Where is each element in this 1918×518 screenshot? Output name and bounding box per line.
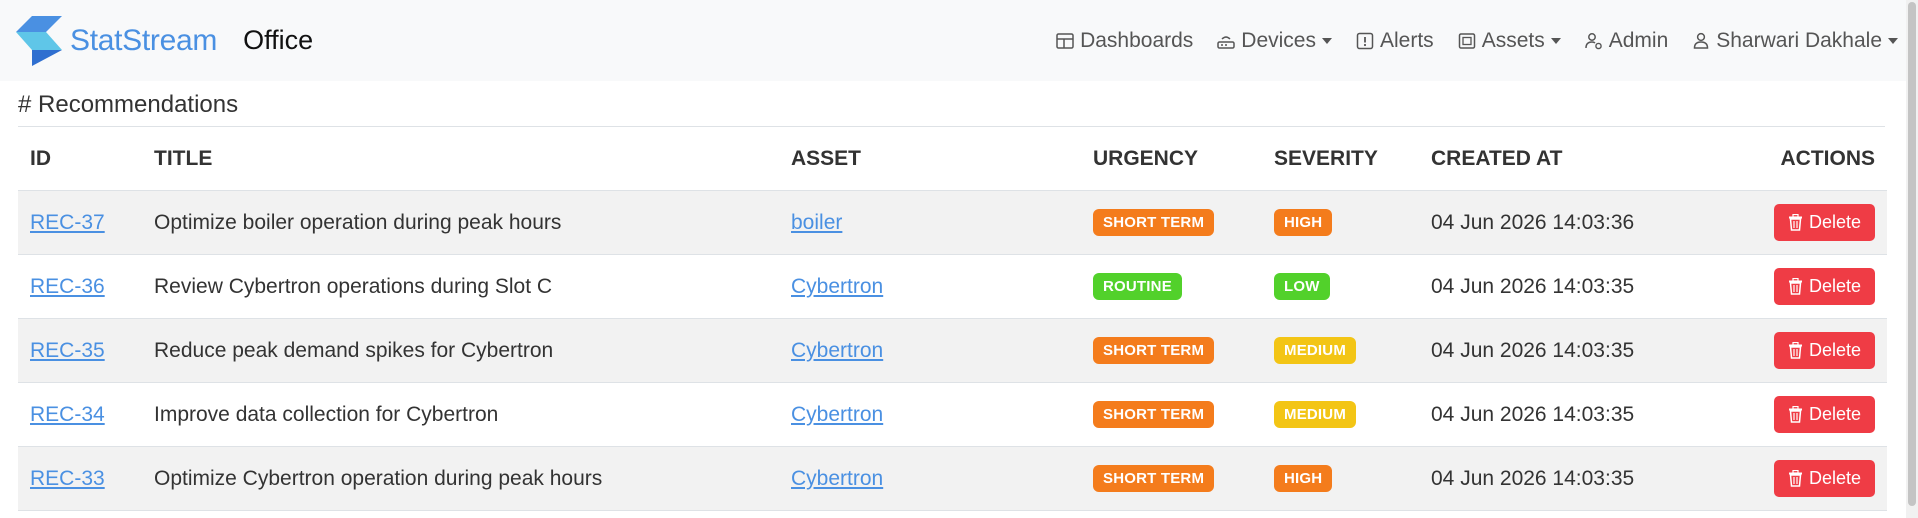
delete-button-label: Delete <box>1808 276 1861 296</box>
asset-box-icon <box>1457 31 1477 51</box>
alert-square-icon <box>1355 31 1375 51</box>
delete-button-label: Delete <box>1808 404 1861 424</box>
layout-grid-icon <box>1055 31 1075 51</box>
recommendation-id-link[interactable]: REC-37 <box>30 211 105 234</box>
user-menu-dropdown[interactable]: Sharwari Dakhale <box>1691 29 1898 53</box>
created-at: 04 Jun 2026 14:03:35 <box>1419 446 1744 511</box>
chevron-down-icon <box>1322 37 1332 44</box>
nav-alerts-label: Alerts <box>1380 28 1434 52</box>
nav-devices-dropdown[interactable]: Devices <box>1216 29 1332 53</box>
urgency-badge: SHORT TERM <box>1093 465 1215 492</box>
recommendation-id-link[interactable]: REC-36 <box>30 275 105 298</box>
column-header-title[interactable]: TITLE <box>142 127 779 191</box>
recommendations-table: ID TITLE ASSET URGENCY SEVERITY CREATED … <box>18 127 1887 511</box>
created-at: 04 Jun 2026 14:03:35 <box>1419 254 1744 319</box>
severity-badge: HIGH <box>1274 465 1333 492</box>
column-header-created-at[interactable]: CREATED AT <box>1419 127 1744 191</box>
severity-badge: MEDIUM <box>1274 401 1357 428</box>
top-navbar: StatStream Office Dashboards Devices Ale… <box>0 0 1918 81</box>
nav-alerts[interactable]: Alerts <box>1355 29 1434 53</box>
created-at: 04 Jun 2026 14:03:36 <box>1419 190 1744 255</box>
asset-link[interactable]: Cybertron <box>791 275 883 298</box>
user-gear-icon <box>1584 31 1604 51</box>
delete-button[interactable]: Delete <box>1773 268 1875 305</box>
severity-badge: HIGH <box>1274 209 1333 236</box>
scrollbar-thumb[interactable] <box>1908 2 1916 506</box>
nav-assets-label: Assets <box>1481 28 1545 52</box>
recommendation-title: Review Cybertron operations during Slot … <box>142 254 779 319</box>
asset-link[interactable]: boiler <box>791 211 842 234</box>
recommendation-title: Improve data collection for Cybertron <box>142 382 779 447</box>
trash-icon <box>1788 214 1802 231</box>
urgency-badge: ROUTINE <box>1093 273 1182 300</box>
column-header-id[interactable]: ID <box>18 127 142 191</box>
asset-link[interactable]: Cybertron <box>791 403 883 426</box>
trash-icon <box>1788 470 1802 487</box>
trash-icon <box>1788 342 1802 359</box>
delete-button[interactable]: Delete <box>1773 332 1875 369</box>
nav-admin[interactable]: Admin <box>1584 28 1669 53</box>
brand[interactable]: StatStream <box>16 15 218 66</box>
nav-devices-label: Devices <box>1241 28 1316 52</box>
severity-badge: MEDIUM <box>1274 337 1357 364</box>
urgency-badge: SHORT TERM <box>1093 401 1215 428</box>
table-header-row: ID TITLE ASSET URGENCY SEVERITY CREATED … <box>18 127 1887 191</box>
severity-badge: LOW <box>1274 273 1330 300</box>
section-heading: # Recommendations <box>18 81 1885 127</box>
table-row: REC-33 Optimize Cybertron operation duri… <box>18 446 1887 511</box>
main-content: # Recommendations ID TITLE ASSET URGENCY… <box>0 81 1918 511</box>
created-at: 04 Jun 2026 14:03:35 <box>1419 382 1744 447</box>
nav-dashboards-label: Dashboards <box>1080 28 1194 52</box>
column-header-asset[interactable]: ASSET <box>779 127 1081 191</box>
page-context-title: Office <box>243 25 314 55</box>
trash-icon <box>1788 406 1802 423</box>
recommendation-title: Optimize boiler operation during peak ho… <box>142 190 779 255</box>
chevron-down-icon <box>1550 37 1561 44</box>
urgency-badge: SHORT TERM <box>1093 337 1215 364</box>
table-row: REC-37 Optimize boiler operation during … <box>18 190 1887 255</box>
statstream-logo-icon <box>16 15 62 66</box>
created-at: 04 Jun 2026 14:03:35 <box>1419 318 1744 383</box>
nav-menu: Dashboards Devices Alerts Assets Admin S… <box>1032 29 1898 53</box>
delete-button-label: Delete <box>1808 212 1861 232</box>
trash-icon <box>1788 278 1802 295</box>
column-header-actions: ACTIONS <box>1744 127 1887 191</box>
brand-name: StatStream <box>70 23 218 57</box>
delete-button[interactable]: Delete <box>1773 396 1875 433</box>
asset-link[interactable]: Cybertron <box>791 467 883 490</box>
router-icon <box>1216 31 1236 51</box>
nav-assets-dropdown[interactable]: Assets <box>1457 29 1561 53</box>
table-row: REC-34 Improve data collection for Cyber… <box>18 382 1887 447</box>
nav-admin-label: Admin <box>1608 28 1669 52</box>
delete-button-label: Delete <box>1808 468 1861 488</box>
nav-dashboards[interactable]: Dashboards <box>1055 29 1193 53</box>
urgency-badge: SHORT TERM <box>1093 209 1215 236</box>
table-row: REC-35 Reduce peak demand spikes for Cyb… <box>18 318 1887 383</box>
recommendation-title: Reduce peak demand spikes for Cybertron <box>142 318 779 383</box>
asset-link[interactable]: Cybertron <box>791 339 883 362</box>
recommendation-id-link[interactable]: REC-35 <box>30 339 105 362</box>
chevron-down-icon <box>1888 37 1898 44</box>
recommendation-title: Optimize Cybertron operation during peak… <box>142 446 779 511</box>
table-row: REC-36 Review Cybertron operations durin… <box>18 254 1887 319</box>
vertical-scrollbar[interactable] <box>1906 0 1918 518</box>
recommendation-id-link[interactable]: REC-34 <box>30 403 105 426</box>
user-icon <box>1691 31 1711 51</box>
recommendation-id-link[interactable]: REC-33 <box>30 467 105 490</box>
delete-button[interactable]: Delete <box>1773 460 1875 497</box>
delete-button-label: Delete <box>1808 340 1861 360</box>
user-name: Sharwari Dakhale <box>1716 28 1882 52</box>
column-header-severity[interactable]: SEVERITY <box>1262 127 1419 191</box>
delete-button[interactable]: Delete <box>1773 204 1875 241</box>
column-header-urgency[interactable]: URGENCY <box>1081 127 1262 191</box>
